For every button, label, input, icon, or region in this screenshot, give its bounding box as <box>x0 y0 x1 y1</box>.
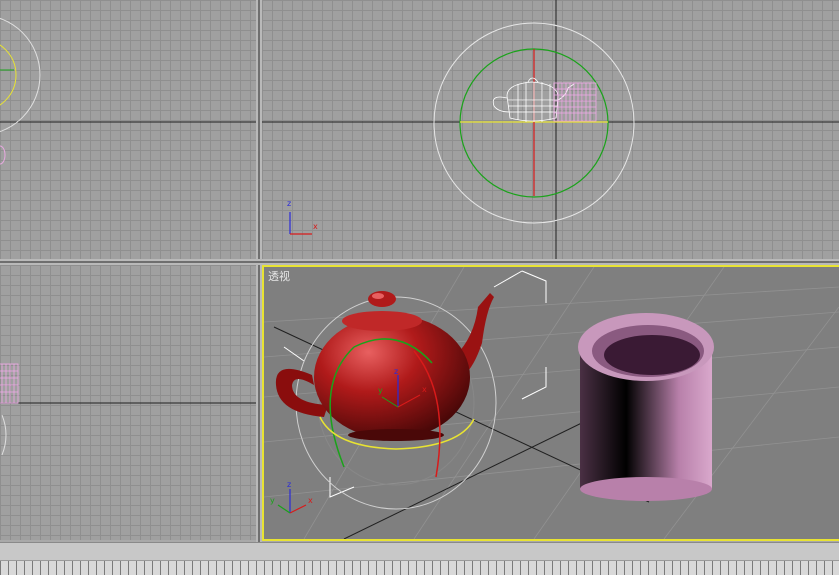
teapot <box>275 291 494 441</box>
viewport-top-left-scene <box>0 17 256 165</box>
axis-label-y: y <box>378 386 383 395</box>
rotate-gizmo-outer-ring <box>0 17 41 133</box>
viewport-perspective-scene: z x y z x y <box>264 267 839 539</box>
axis-label-z: z <box>394 367 398 376</box>
viewport-bottom-left[interactable] <box>0 265 256 540</box>
viewport-splitter-horizontal[interactable] <box>0 259 839 265</box>
cylinder-cup <box>578 313 714 501</box>
axis-label-x: x <box>308 496 313 505</box>
axis-tripod-front <box>289 212 312 235</box>
axis-tripod-perspective <box>277 489 307 514</box>
viewport-perspective[interactable]: 透视 z x y z x y <box>262 265 839 541</box>
axis-label-x: x <box>422 385 427 394</box>
rotate-gizmo-yellow-ring <box>0 44 17 106</box>
axis-label-y: y <box>270 496 275 505</box>
teacup-wireframe-partial <box>0 363 19 404</box>
viewport-front[interactable]: z x <box>262 0 839 259</box>
time-slider-bar[interactable] <box>0 542 839 575</box>
viewport-bottom-left-scene <box>0 363 256 456</box>
teacup-wireframe <box>553 82 597 122</box>
teacup-wireframe-partial <box>0 145 6 165</box>
axis-label-z: z <box>287 480 291 489</box>
viewport-front-scene: z x <box>262 0 839 259</box>
axis-label-x: x <box>313 222 318 231</box>
viewport-top-left[interactable] <box>0 0 256 259</box>
axis-label-z: z <box>287 199 291 208</box>
viewport-splitter-vertical[interactable] <box>256 0 262 542</box>
